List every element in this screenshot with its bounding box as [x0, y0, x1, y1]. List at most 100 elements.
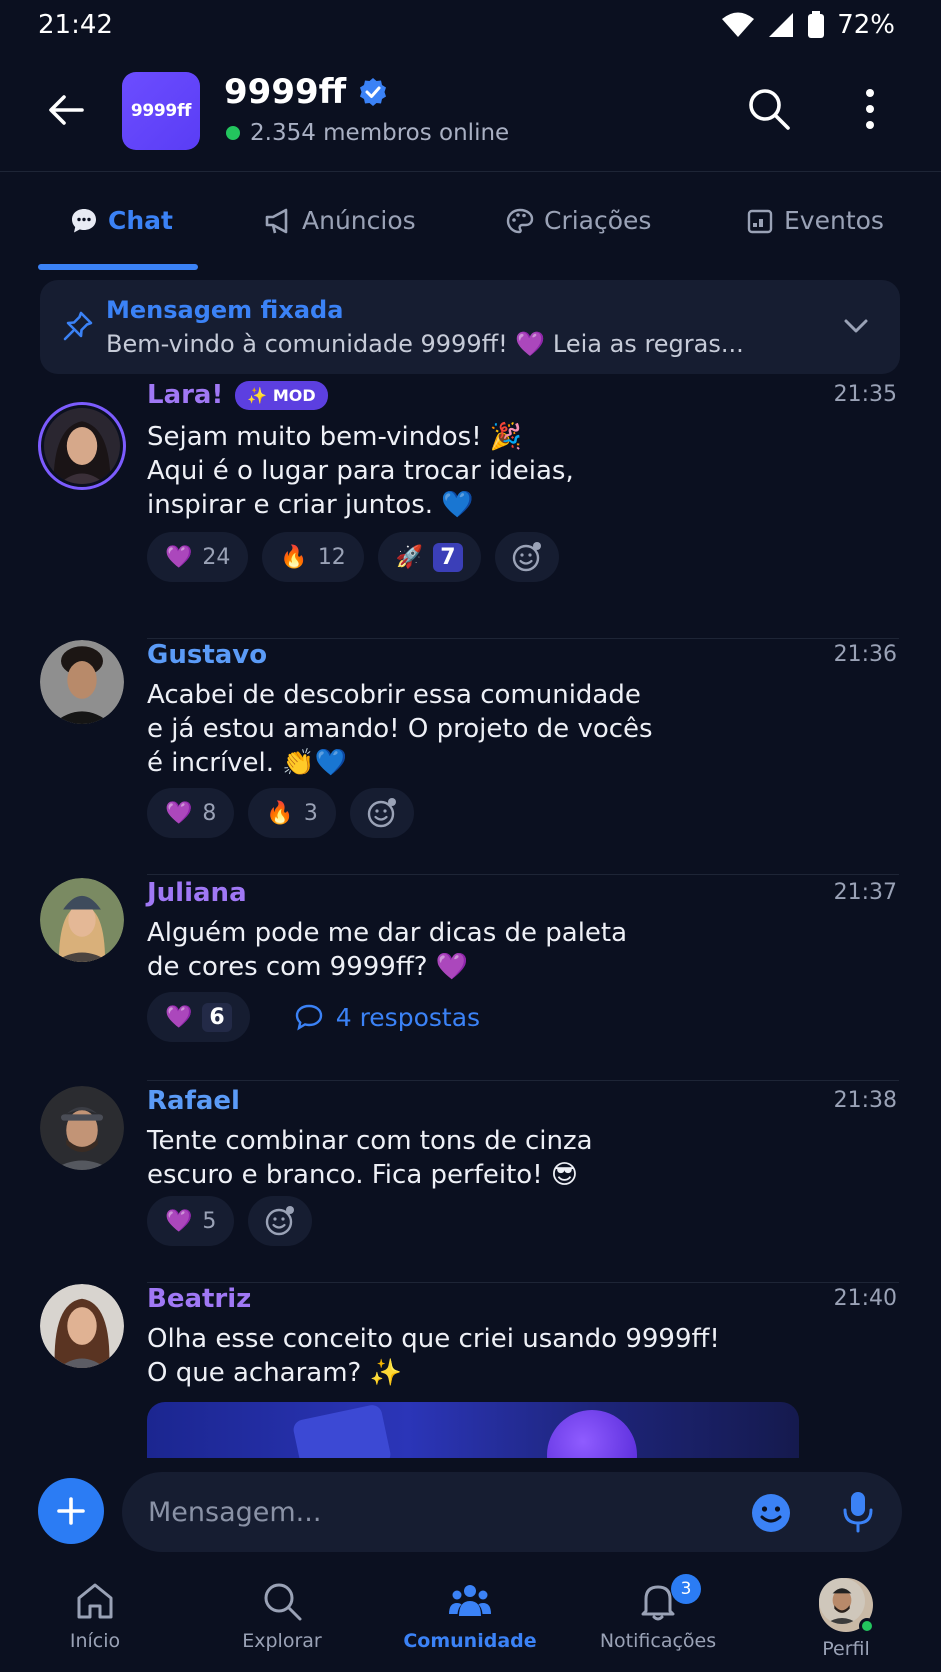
online-count: 2.354 membros online: [250, 120, 510, 146]
add-reaction-icon: [266, 1206, 295, 1236]
reaction-chip[interactable]: 🔥 3: [248, 788, 336, 838]
profile-avatar-image: [819, 1578, 865, 1624]
replies-count: 4 respostas: [335, 1002, 481, 1032]
message-feed[interactable]: Lara! ✨ MOD 21:35 Sejam muito bem-vindos…: [0, 380, 941, 1458]
nav-inicio[interactable]: Início: [20, 1578, 170, 1652]
reaction-count: 8: [202, 800, 217, 826]
reaction-chip[interactable]: 🚀 7: [377, 532, 481, 582]
message-time: 21:38: [833, 1088, 897, 1113]
pinned-title: Mensagem fixada: [106, 296, 344, 324]
message-author[interactable]: Beatriz: [147, 1284, 251, 1314]
add-reaction-button[interactable]: [248, 1196, 313, 1246]
image-attachment[interactable]: [147, 1402, 799, 1458]
avatar-image: [40, 878, 124, 962]
nav-comunidade[interactable]: Comunidade: [395, 1578, 545, 1652]
replies-link[interactable]: 4 respostas: [264, 992, 480, 1042]
message-time: 21:35: [833, 382, 897, 407]
plus-icon: [57, 1497, 85, 1525]
tab-eventos[interactable]: Eventos: [746, 206, 884, 235]
message-author[interactable]: Rafael: [147, 1086, 240, 1116]
verified-badge-icon: [360, 78, 387, 106]
avatar[interactable]: [38, 402, 126, 490]
author-name: Lara!: [147, 380, 224, 410]
message-line: O que acharam? ✨: [147, 1358, 402, 1388]
avatar[interactable]: [40, 1284, 124, 1368]
profile-avatar: [819, 1578, 875, 1634]
author-name: Gustavo: [147, 640, 268, 670]
tab-criacoes[interactable]: Criações: [506, 206, 651, 235]
reaction-row: 💜 5: [147, 1196, 313, 1246]
tab-chat[interactable]: Chat: [70, 206, 173, 235]
message-line: Acabei de descobrir essa comunidade: [147, 680, 641, 710]
notification-badge: 3: [671, 1574, 701, 1604]
nav-explorar-label: Explorar: [242, 1630, 322, 1652]
back-arrow-icon[interactable]: [44, 88, 88, 132]
tab-chat-label: Chat: [108, 206, 173, 235]
add-reaction-button[interactable]: [494, 532, 559, 582]
message-divider: [147, 1080, 899, 1081]
chevron-down-icon[interactable]: [840, 310, 872, 342]
avatar[interactable]: [40, 878, 124, 962]
reaction-chip[interactable]: 🔥 12: [262, 532, 364, 582]
nav-perfil[interactable]: Perfil: [771, 1578, 921, 1660]
reaction-count: 12: [317, 544, 346, 570]
group-logo[interactable]: 9999ff: [122, 72, 200, 150]
nav-explorar[interactable]: Explorar: [207, 1578, 357, 1652]
message-line: Olha esse conceito que criei usando 9999…: [147, 1324, 720, 1354]
home-icon: [77, 1583, 113, 1619]
avatar[interactable]: [40, 1086, 124, 1170]
avatar-image: [40, 1086, 124, 1170]
add-attachment-button[interactable]: [38, 1478, 104, 1544]
message-line: e já estou amando! O projeto de vocês: [147, 714, 653, 744]
more-options-icon[interactable]: [852, 86, 888, 132]
message-composer: [0, 1458, 941, 1568]
wifi-icon: [722, 12, 755, 37]
calendar-icon: [747, 209, 773, 233]
online-dot: [226, 126, 240, 140]
add-reaction-button[interactable]: [349, 788, 414, 838]
reaction-emoji: 💜: [165, 544, 193, 570]
microphone-icon[interactable]: [840, 1490, 876, 1534]
reaction-count: 7: [433, 542, 463, 572]
message-time: 21:36: [833, 642, 897, 667]
message-author[interactable]: Juliana: [147, 878, 247, 908]
message-input[interactable]: [148, 1490, 708, 1534]
message-divider: [147, 874, 899, 875]
message-line: de cores com 9999ff? 💜: [147, 952, 469, 982]
emoji-icon[interactable]: [750, 1492, 792, 1534]
author-name: Beatriz: [147, 1284, 252, 1314]
reaction-chip[interactable]: 💜 6: [147, 992, 250, 1042]
author-name: Juliana: [147, 878, 247, 908]
reaction-row: 💜 24 🔥 12 🚀 7: [147, 532, 559, 582]
group-title[interactable]: 9999ff: [224, 72, 388, 112]
message-line: Alguém pode me dar dicas de paleta: [147, 918, 628, 948]
avatar[interactable]: [40, 640, 124, 724]
pinned-message[interactable]: Mensagem fixada Bem-vindo à comunidade 9…: [40, 280, 900, 374]
status-icons: 72%: [721, 10, 895, 40]
reaction-emoji: 🔥: [280, 544, 308, 570]
palette-icon: [506, 208, 534, 233]
reaction-chip[interactable]: 💜 5: [147, 1196, 235, 1246]
message-time: 21:40: [833, 1286, 897, 1311]
reaction-chip[interactable]: 💜 24: [147, 532, 249, 582]
message-text: Acabei de descobrir essa comunidade e já…: [147, 678, 747, 780]
attachment-card-shape: [291, 1403, 393, 1458]
tab-anuncios[interactable]: Anúncios: [264, 206, 416, 235]
reaction-chip[interactable]: 💜 8: [147, 788, 235, 838]
message-author[interactable]: Lara! ✨ MOD: [147, 380, 328, 410]
signal-icon: [769, 13, 794, 37]
nav-comunidade-label: Comunidade: [403, 1630, 537, 1652]
nav-notificacoes[interactable]: 3 Notificações: [583, 1574, 733, 1652]
reaction-count: 3: [303, 800, 318, 826]
reaction-row: 💜 6 4 respostas: [147, 992, 480, 1042]
chat-header: 9999ff 9999ff 2.354 membros online: [0, 60, 941, 172]
nav-perfil-label: Perfil: [822, 1638, 870, 1660]
pinned-text: Bem-vindo à comunidade 9999ff! 💜 Leia as…: [106, 330, 744, 358]
profile-online-dot: [859, 1618, 875, 1634]
tab-indicator: [38, 264, 198, 270]
reaction-count: 6: [202, 1002, 232, 1032]
message-line: escuro e branco. Fica perfeito! 😎: [147, 1160, 578, 1190]
search-icon[interactable]: [746, 86, 792, 132]
tab-eventos-label: Eventos: [784, 206, 884, 235]
message-author[interactable]: Gustavo: [147, 640, 267, 670]
